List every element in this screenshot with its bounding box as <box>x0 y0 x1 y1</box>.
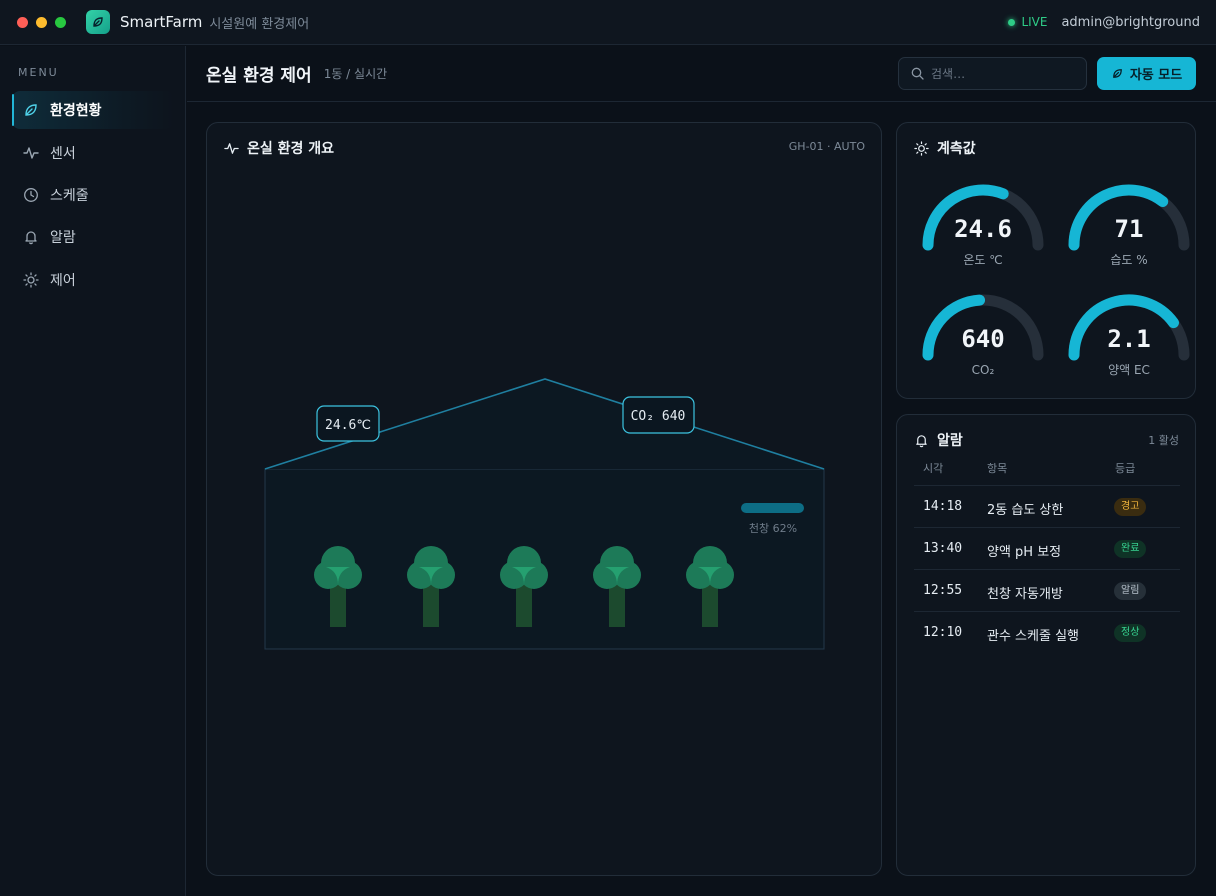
sidebar-item-control[interactable]: 제어 <box>12 261 174 299</box>
alarm-row[interactable]: 14:18 2동 습도 상한 경고 <box>914 485 1180 527</box>
alarm-time: 13:40 <box>923 541 963 556</box>
alarm-time: 12:55 <box>923 583 963 598</box>
alarm-item: 천창 자동개방 <box>987 587 1063 602</box>
co2-tag-label: CO₂ 640 <box>631 409 686 424</box>
alarms-card: 알람 1 활성 시각 항목 등급 14:18 2동 습도 상한 경고 13:40… <box>896 414 1196 876</box>
co2-tag[interactable]: CO₂ 640 <box>622 396 695 434</box>
page-title: 온실 환경 제어 <box>206 66 312 86</box>
app-name: SmartFarm <box>120 13 203 31</box>
alarm-level-badge: 정상 <box>1114 624 1147 642</box>
sidebar-item-sensors[interactable]: 센서 <box>12 134 174 172</box>
search-box[interactable] <box>898 57 1087 90</box>
gauge: 24.6 온도 ℃ <box>922 184 1044 267</box>
gauge: 71 습도 % <box>1068 184 1190 267</box>
pulse-icon <box>23 147 39 159</box>
alarm-time: 12:10 <box>923 625 963 640</box>
sidebar-item-label: 스케줄 <box>50 188 89 204</box>
alarm-level-badge: 알림 <box>1114 582 1147 600</box>
bell-icon <box>25 231 37 245</box>
alarm-row[interactable]: 12:55 천창 자동개방 알림 <box>914 569 1180 611</box>
temperature-tag[interactable]: 24.6℃ <box>316 405 380 442</box>
window-controls <box>17 16 66 28</box>
temperature-tag-label: 24.6℃ <box>325 418 371 433</box>
gauge-label: CO₂ <box>972 363 995 377</box>
title-bar: SmartFarm 시설원예 환경제어 LIVE admin@brightgro… <box>0 0 1216 45</box>
alarm-level-badge: 완료 <box>1114 540 1147 558</box>
greenhouse-overview-card: 온실 환경 개요 GH-01 · AUTO 천창 62% 24.6℃ CO₂ 6… <box>206 122 882 876</box>
clock-icon <box>24 188 38 202</box>
sidebar-item-alarms[interactable]: 알람 <box>12 218 174 256</box>
alarm-row[interactable]: 13:40 양액 pH 보정 완료 <box>914 527 1180 569</box>
alarm-time: 14:18 <box>923 499 963 514</box>
leaf-icon <box>1112 69 1122 78</box>
close-window-button[interactable] <box>17 16 28 28</box>
gauge-label: 습도 % <box>1110 253 1147 267</box>
sidebar-item-label: 센서 <box>50 146 76 162</box>
gauge-value: 2.1 <box>1107 325 1150 353</box>
gauge-label: 양액 EC <box>1108 363 1150 377</box>
alarms-title: 알람 <box>937 433 963 449</box>
gauge-value: 640 <box>961 325 1004 353</box>
leaf-icon <box>93 17 103 27</box>
app-subtitle: 시설원예 환경제어 <box>209 16 310 32</box>
alarm-level-badge: 경고 <box>1114 498 1147 516</box>
column-header-time: 시각 <box>923 462 944 475</box>
measurements-card: 계측값 24.6 온도 ℃ 71 습도 % 640 CO₂ 2.1 양액 EC <box>896 122 1196 399</box>
sun-icon <box>23 272 39 288</box>
gauge-label: 온도 ℃ <box>963 253 1002 267</box>
sidebar-item-schedule[interactable]: 스케줄 <box>12 176 174 214</box>
maximize-window-button[interactable] <box>55 16 66 28</box>
column-header-item: 항목 <box>987 462 1008 475</box>
leaf-icon <box>25 104 37 116</box>
sidebar-item-label: 알람 <box>50 230 76 246</box>
gauge: 2.1 양액 EC <box>1068 294 1190 377</box>
sidebar-item-label: 제어 <box>50 273 76 289</box>
auto-mode-label: 자동 모드 <box>1129 68 1183 83</box>
app-logo <box>86 10 110 34</box>
greenhouse-illustration: 천창 62% 24.6℃ CO₂ 640 <box>264 378 825 650</box>
column-header-level: 등급 <box>1115 462 1136 475</box>
main-header: 온실 환경 제어 1동 / 실시간 자동 모드 <box>187 46 1216 102</box>
search-input[interactable] <box>931 66 1071 81</box>
live-status-dot <box>1008 18 1016 26</box>
alarm-item: 관수 스케줄 실행 <box>987 629 1079 644</box>
gauge-value: 71 <box>1115 215 1144 243</box>
roof-vent-label: 천창 62% <box>749 521 797 535</box>
sidebar-item-environment[interactable]: 환경현황 <box>12 91 174 129</box>
menu-heading: MENU <box>18 66 59 79</box>
live-status-label: LIVE <box>1021 15 1048 29</box>
gauge-value: 24.6 <box>954 215 1012 243</box>
user-account[interactable]: admin@brightground <box>1061 15 1200 30</box>
auto-mode-button[interactable]: 자동 모드 <box>1097 57 1196 90</box>
alarm-item: 2동 습도 상한 <box>987 503 1064 518</box>
active-alarm-count: 1 활성 <box>1148 434 1179 447</box>
gauge-grid: 24.6 온도 ℃ 71 습도 % 640 CO₂ 2.1 양액 EC <box>922 184 1190 377</box>
gauge: 640 CO₂ <box>922 294 1044 377</box>
bell-icon <box>916 434 927 447</box>
page-subtitle: 1동 / 실시간 <box>323 67 388 81</box>
alarm-row[interactable]: 12:10 관수 스케줄 실행 정상 <box>914 611 1180 653</box>
sidebar-item-label: 환경현황 <box>50 103 102 119</box>
roof-vent-bar <box>741 503 804 513</box>
alarm-item: 양액 pH 보정 <box>987 545 1062 560</box>
sidebar: MENU 환경현황 센서 스케줄 알람 제어 <box>0 46 186 896</box>
search-icon <box>911 67 924 80</box>
minimize-window-button[interactable] <box>36 16 47 28</box>
